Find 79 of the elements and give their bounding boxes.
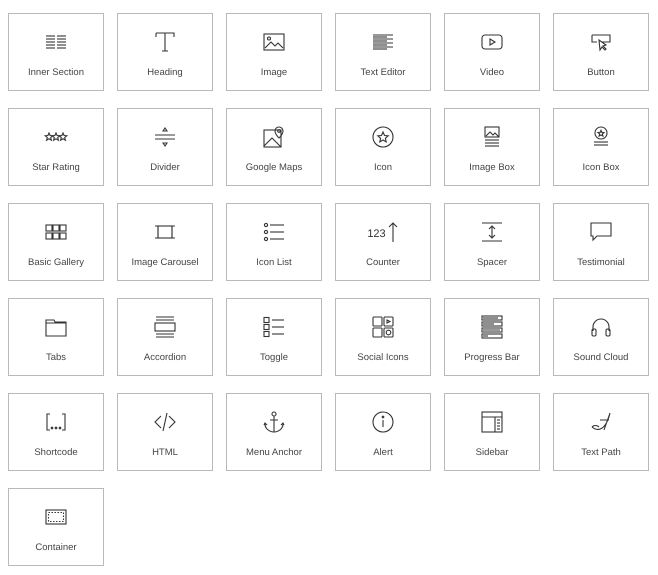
widget-label: Text Path [581, 447, 621, 458]
widget-label: Container [35, 542, 77, 553]
widget-tile[interactable]: Image Box [444, 108, 540, 186]
code-icon [153, 410, 177, 434]
spacer-icon [480, 220, 504, 244]
list-icon [262, 220, 286, 244]
up-arrow-icon [386, 220, 399, 244]
widget-tile[interactable]: Text Path [553, 393, 649, 471]
widget-label: Alert [373, 447, 393, 458]
widget-label: Image Box [469, 162, 515, 173]
toggle-list-icon [262, 315, 286, 339]
widget-tile[interactable]: Accordion [117, 298, 213, 376]
widget-label: Button [587, 67, 615, 78]
widget-label: Inner Section [28, 67, 84, 78]
widget-tile[interactable]: Icon Box [553, 108, 649, 186]
widget-label: Divider [150, 162, 180, 173]
widget-label: Image [260, 67, 288, 78]
widget-label: Sidebar [476, 447, 508, 458]
map-pin-icon [262, 125, 286, 149]
widget-tile[interactable]: Tabs [8, 298, 104, 376]
widget-label: Icon [374, 162, 392, 173]
widget-label: Tabs [46, 352, 66, 363]
progress-bars-icon [480, 315, 504, 339]
widget-tile[interactable]: Menu Anchor [226, 393, 322, 471]
sidebar-layout-icon [480, 410, 504, 434]
widget-label: HTML [152, 447, 178, 458]
widget-tile[interactable]: Google Maps [226, 108, 322, 186]
widget-tile[interactable]: Star Rating [8, 108, 104, 186]
widget-tile[interactable]: 123 Counter [335, 203, 431, 281]
divider-icon [153, 125, 177, 149]
widget-label: Spacer [476, 257, 508, 268]
counter-digits: 123 [367, 229, 386, 242]
star-circle-icon [371, 125, 395, 149]
widget-label: Icon List [256, 257, 292, 268]
widget-label: Video [480, 67, 504, 78]
widget-label: Progress Bar [464, 352, 520, 363]
accordion-icon [153, 315, 177, 339]
widget-tile[interactable]: Testimonial [553, 203, 649, 281]
widget-tile[interactable]: Image Carousel [117, 203, 213, 281]
widget-tile[interactable]: Image [226, 13, 322, 91]
social-squares-icon [371, 315, 395, 339]
serif-t-icon [153, 30, 177, 54]
widget-tile[interactable]: Shortcode [8, 393, 104, 471]
widget-label: Basic Gallery [28, 257, 84, 268]
widget-tile[interactable]: Text Editor [335, 13, 431, 91]
widget-tile[interactable]: Social Icons [335, 298, 431, 376]
widget-label: Accordion [144, 352, 186, 363]
widget-label: Icon Box [582, 162, 620, 173]
widget-label: Sound Cloud [574, 352, 628, 363]
speech-bubble-icon [589, 220, 613, 244]
widget-tile[interactable]: Container [8, 488, 104, 566]
widget-label: Heading [147, 67, 183, 78]
anchor-icon [262, 410, 286, 434]
widget-tile[interactable]: Video [444, 13, 540, 91]
widget-tile[interactable]: Alert [335, 393, 431, 471]
widget-tile[interactable]: Icon List [226, 203, 322, 281]
info-circle-icon [371, 410, 395, 434]
widget-label: Social Icons [357, 352, 409, 363]
widget-tile[interactable]: Spacer [444, 203, 540, 281]
widget-label: Star Rating [32, 162, 80, 173]
widget-tile[interactable]: Heading [117, 13, 213, 91]
widget-tile[interactable]: Button [553, 13, 649, 91]
widget-label: Menu Anchor [246, 447, 302, 458]
widget-tile[interactable]: Icon [335, 108, 431, 186]
widget-label: Google Maps [246, 162, 302, 173]
widget-tile[interactable]: Inner Section [8, 13, 104, 91]
widget-tile[interactable]: Sidebar [444, 393, 540, 471]
widget-tile[interactable]: Basic Gallery [8, 203, 104, 281]
widget-label: Toggle [260, 352, 288, 363]
widget-tile[interactable]: HTML [117, 393, 213, 471]
widget-label: Shortcode [34, 447, 78, 458]
widget-label: Counter [366, 257, 400, 268]
widget-tile[interactable]: Progress Bar [444, 298, 540, 376]
widget-label: Testimonial [577, 257, 625, 268]
widget-tile[interactable]: Toggle [226, 298, 322, 376]
widget-label: Text Editor [360, 67, 406, 78]
widget-tile[interactable]: Sound Cloud [553, 298, 649, 376]
widget-label: Image Carousel [131, 257, 199, 268]
widget-tile[interactable]: Divider [117, 108, 213, 186]
